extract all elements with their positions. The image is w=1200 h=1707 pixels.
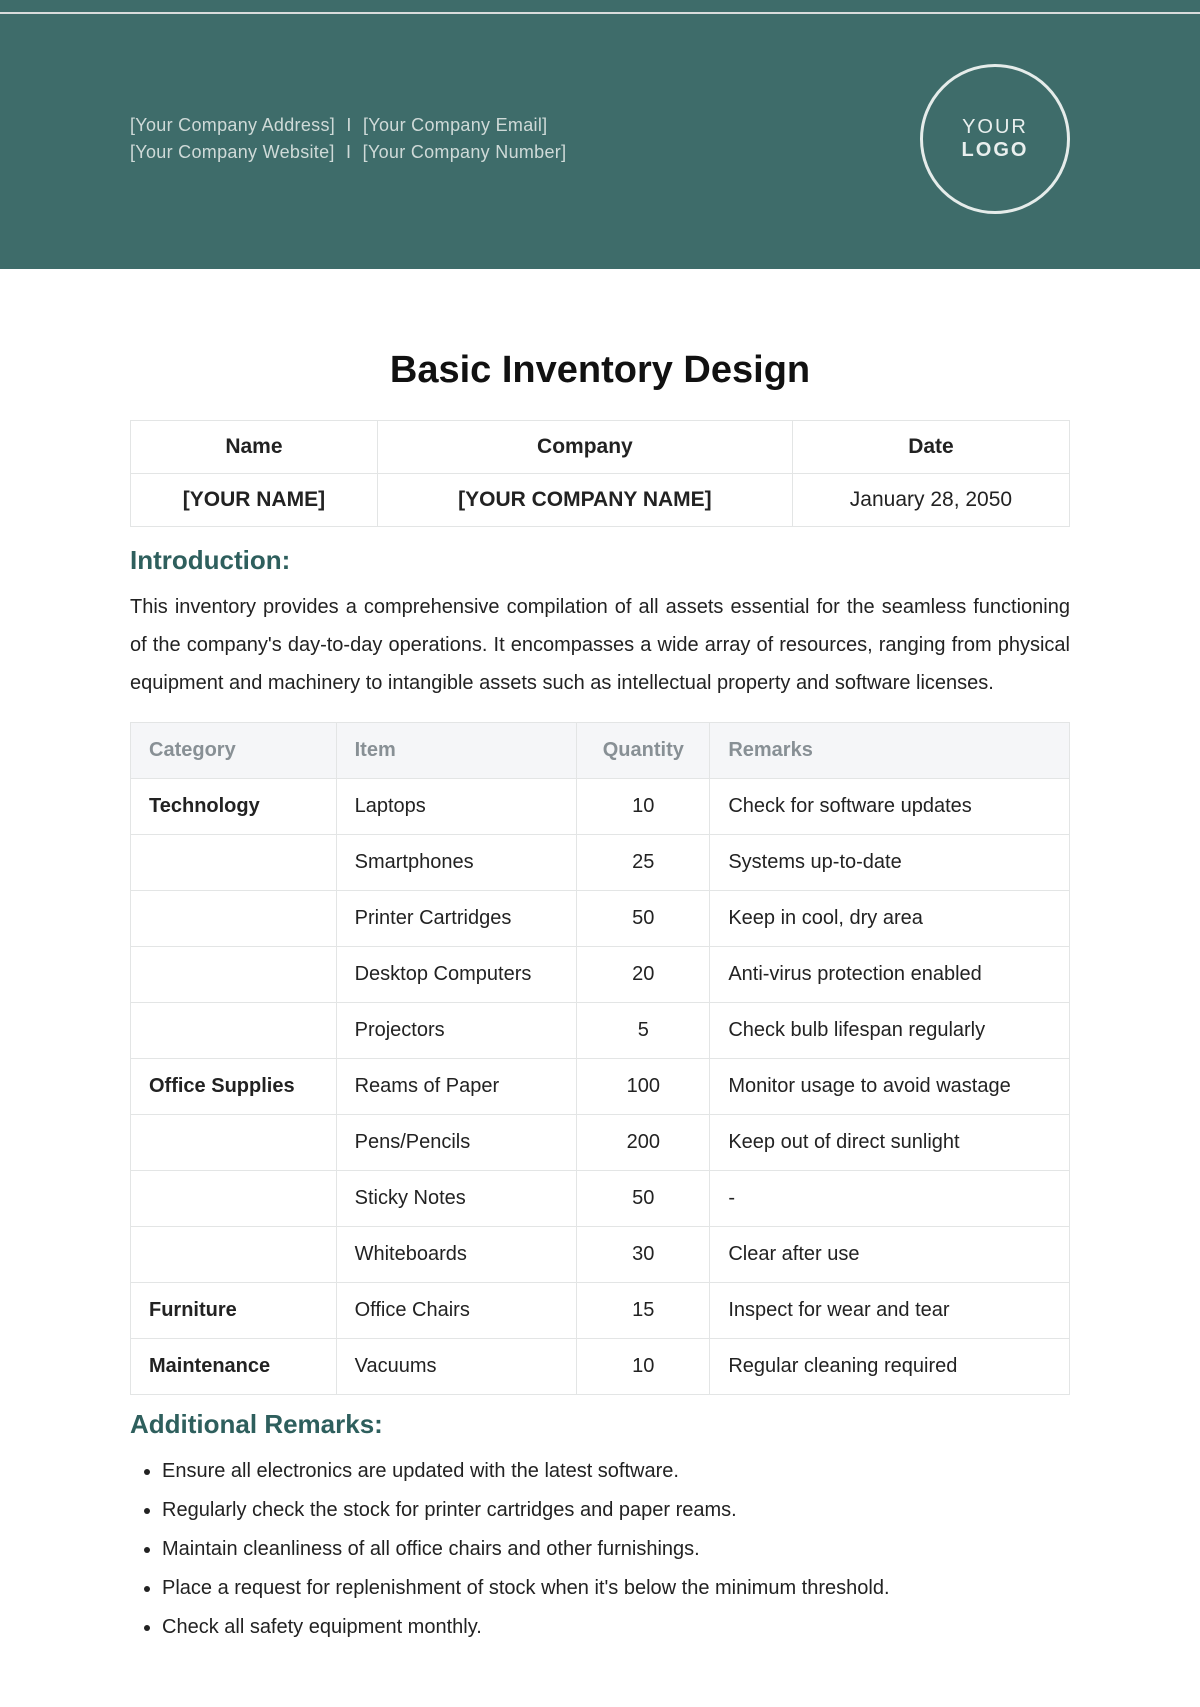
cell-category (131, 891, 337, 947)
cell-remarks: Keep out of direct sunlight (710, 1115, 1070, 1171)
cell-item: Sticky Notes (336, 1171, 577, 1227)
cell-quantity: 200 (577, 1115, 710, 1171)
inventory-header-row: Category Item Quantity Remarks (131, 723, 1070, 779)
cell-quantity: 25 (577, 835, 710, 891)
company-address: [Your Company Address] (130, 115, 335, 135)
col-remarks: Remarks (710, 723, 1070, 779)
cell-item: Projectors (336, 1003, 577, 1059)
cell-category (131, 1003, 337, 1059)
table-row: Whiteboards30Clear after use (131, 1227, 1070, 1283)
cell-category (131, 1227, 337, 1283)
table-row: Smartphones25Systems up-to-date (131, 835, 1070, 891)
company-email: [Your Company Email] (363, 115, 547, 135)
table-row: Sticky Notes50- (131, 1171, 1070, 1227)
cell-remarks: - (710, 1171, 1070, 1227)
table-row: MaintenanceVacuums10Regular cleaning req… (131, 1339, 1070, 1395)
cell-remarks: Check bulb lifespan regularly (710, 1003, 1070, 1059)
cell-remarks: Monitor usage to avoid wastage (710, 1059, 1070, 1115)
list-item: Maintain cleanliness of all office chair… (162, 1530, 1070, 1569)
table-row: Printer Cartridges50Keep in cool, dry ar… (131, 891, 1070, 947)
cell-category: Maintenance (131, 1339, 337, 1395)
company-number: [Your Company Number] (363, 142, 567, 162)
list-item: Regularly check the stock for printer ca… (162, 1491, 1070, 1530)
cell-item: Pens/Pencils (336, 1115, 577, 1171)
meta-value-date: January 28, 2050 (792, 474, 1069, 527)
cell-quantity: 10 (577, 779, 710, 835)
col-quantity: Quantity (577, 723, 710, 779)
list-item: Ensure all electronics are updated with … (162, 1452, 1070, 1491)
introduction-text: This inventory provides a comprehensive … (130, 588, 1070, 702)
cell-category: Technology (131, 779, 337, 835)
separator: I (346, 115, 351, 135)
list-item: Place a request for replenishment of sto… (162, 1569, 1070, 1608)
cell-item: Whiteboards (336, 1227, 577, 1283)
remarks-list: Ensure all electronics are updated with … (130, 1452, 1070, 1647)
cell-remarks: Regular cleaning required (710, 1339, 1070, 1395)
meta-value-company: [YOUR COMPANY NAME] (377, 474, 792, 527)
table-row: FurnitureOffice Chairs15Inspect for wear… (131, 1283, 1070, 1339)
meta-header-name: Name (131, 421, 378, 474)
cell-item: Laptops (336, 779, 577, 835)
cell-quantity: 15 (577, 1283, 710, 1339)
table-row: Projectors5Check bulb lifespan regularly (131, 1003, 1070, 1059)
col-item: Item (336, 723, 577, 779)
cell-category (131, 947, 337, 1003)
cell-category: Furniture (131, 1283, 337, 1339)
list-item: Check all safety equipment monthly. (162, 1608, 1070, 1647)
company-info: [Your Company Address] I [Your Company E… (130, 112, 566, 166)
table-row: TechnologyLaptops10Check for software up… (131, 779, 1070, 835)
meta-header-company: Company (377, 421, 792, 474)
cell-item: Desktop Computers (336, 947, 577, 1003)
meta-header-date: Date (792, 421, 1069, 474)
cell-remarks: Anti-virus protection enabled (710, 947, 1070, 1003)
cell-quantity: 100 (577, 1059, 710, 1115)
introduction-heading: Introduction: (130, 545, 1070, 576)
table-row: Office SuppliesReams of Paper100Monitor … (131, 1059, 1070, 1115)
meta-table: Name Company Date [YOUR NAME] [YOUR COMP… (130, 420, 1070, 527)
inventory-table: Category Item Quantity Remarks Technolog… (130, 722, 1070, 1395)
cell-item: Office Chairs (336, 1283, 577, 1339)
cell-quantity: 50 (577, 1171, 710, 1227)
top-strip (0, 0, 1200, 12)
cell-quantity: 10 (577, 1339, 710, 1395)
cell-category (131, 835, 337, 891)
cell-item: Printer Cartridges (336, 891, 577, 947)
table-row: Pens/Pencils200Keep out of direct sunlig… (131, 1115, 1070, 1171)
cell-remarks: Check for software updates (710, 779, 1070, 835)
cell-category: Office Supplies (131, 1059, 337, 1115)
cell-remarks: Inspect for wear and tear (710, 1283, 1070, 1339)
cell-quantity: 5 (577, 1003, 710, 1059)
cell-quantity: 50 (577, 891, 710, 947)
logo-line2: LOGO (962, 139, 1029, 162)
meta-value-row: [YOUR NAME] [YOUR COMPANY NAME] January … (131, 474, 1070, 527)
logo-line1: YOUR (962, 116, 1028, 139)
cell-remarks: Clear after use (710, 1227, 1070, 1283)
header-banner: [Your Company Address] I [Your Company E… (0, 14, 1200, 269)
meta-header-row: Name Company Date (131, 421, 1070, 474)
cell-quantity: 20 (577, 947, 710, 1003)
cell-quantity: 30 (577, 1227, 710, 1283)
remarks-heading: Additional Remarks: (130, 1409, 1070, 1440)
separator: I (346, 142, 351, 162)
cell-item: Vacuums (336, 1339, 577, 1395)
cell-remarks: Keep in cool, dry area (710, 891, 1070, 947)
cell-item: Reams of Paper (336, 1059, 577, 1115)
table-row: Desktop Computers20Anti-virus protection… (131, 947, 1070, 1003)
cell-remarks: Systems up-to-date (710, 835, 1070, 891)
page-title: Basic Inventory Design (130, 349, 1070, 392)
meta-value-name: [YOUR NAME] (131, 474, 378, 527)
col-category: Category (131, 723, 337, 779)
cell-category (131, 1115, 337, 1171)
cell-item: Smartphones (336, 835, 577, 891)
company-website: [Your Company Website] (130, 142, 335, 162)
document-body: Basic Inventory Design Name Company Date… (0, 269, 1200, 1707)
logo-placeholder: YOUR LOGO (920, 64, 1070, 214)
cell-category (131, 1171, 337, 1227)
